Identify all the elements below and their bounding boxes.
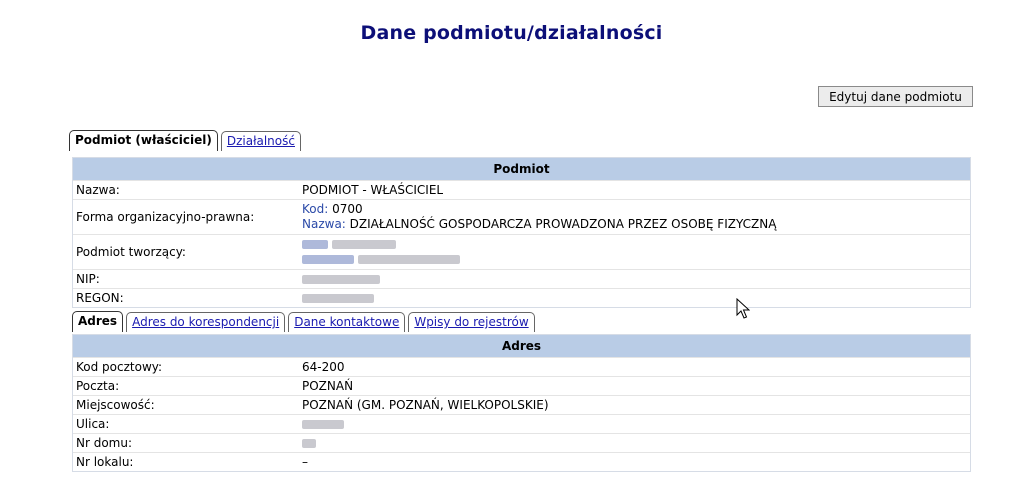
nazwa-label: Nazwa: — [76, 183, 120, 197]
forma-nazwa-label: Nazwa: — [302, 217, 346, 231]
redacted-text — [357, 255, 460, 264]
mouse-pointer-icon — [736, 298, 750, 319]
adres-section: Adres Kod pocztowy: 64-200 Poczta: POZNA… — [72, 334, 971, 472]
address-tabs: Adres Adres do korespondencji Dane konta… — [72, 311, 538, 332]
poczta-value: POZNAŃ — [302, 379, 354, 393]
redacted-text — [302, 294, 374, 303]
entity-tabs: Podmiot (właściciel) Działalność — [69, 130, 304, 151]
nip-value-redacted — [302, 272, 970, 286]
kod-value: 64-200 — [302, 360, 345, 374]
row-regon: REGON: — [73, 288, 970, 307]
tab-dane-kontaktowe[interactable]: Dane kontaktowe — [288, 312, 406, 332]
row-kod: Kod pocztowy: 64-200 — [73, 357, 970, 376]
forma-label: Forma organizacyjno-prawna: — [76, 210, 255, 224]
redacted-text — [302, 275, 380, 284]
row-nip: NIP: — [73, 269, 970, 288]
edit-entity-button[interactable]: Edytuj dane podmiotu — [818, 86, 973, 107]
forma-kod-value: 0700 — [332, 202, 363, 216]
regon-value-redacted — [302, 291, 970, 305]
row-tworzacy: Podmiot tworzący: — [73, 234, 970, 269]
podmiot-section: Podmiot Nazwa: PODMIOT - WŁAŚCICIEL Form… — [72, 157, 971, 308]
tab-wpisy-rejestrow[interactable]: Wpisy do rejestrów — [408, 312, 535, 332]
tab-podmiot[interactable]: Podmiot (właściciel) — [69, 130, 218, 151]
row-miejscowosc: Miejscowość: POZNAŃ (GM. POZNAŃ, WIELKOP… — [73, 395, 970, 414]
redacted-text — [331, 240, 396, 249]
row-nr-domu: Nr domu: — [73, 433, 970, 452]
row-ulica: Ulica: — [73, 414, 970, 433]
podmiot-header: Podmiot — [73, 158, 970, 180]
tworzacy-value-redacted — [302, 237, 970, 267]
row-poczta: Poczta: POZNAŃ — [73, 376, 970, 395]
miejscowosc-value: POZNAŃ (GM. POZNAŃ, WIELKOPOLSKIE) — [302, 398, 549, 412]
tab-adres[interactable]: Adres — [72, 311, 124, 332]
poczta-label: Poczta: — [76, 379, 120, 393]
tab-adres-korespondencji[interactable]: Adres do korespondencji — [126, 312, 286, 332]
nr-lokalu-value: – — [302, 455, 308, 469]
ulica-value-redacted — [302, 417, 970, 431]
nr-lokalu-label: Nr lokalu: — [76, 455, 134, 469]
forma-kod-label: Kod: — [302, 202, 329, 216]
row-forma: Forma organizacyjno-prawna: Kod: 0700 Na… — [73, 199, 970, 234]
page-title: Dane podmiotu/działalności — [360, 22, 663, 44]
miejscowosc-label: Miejscowość: — [76, 398, 155, 412]
row-nr-lokalu: Nr lokalu: – — [73, 452, 970, 471]
adres-header: Adres — [73, 335, 970, 357]
redacted-text — [302, 255, 354, 264]
forma-value: Kod: 0700 Nazwa: DZIAŁALNOŚĆ GOSPODARCZA… — [302, 202, 970, 232]
redacted-text — [302, 240, 328, 249]
nr-domu-value-redacted — [302, 436, 970, 450]
tab-dzialalnosc[interactable]: Działalność — [220, 131, 301, 151]
forma-nazwa-value: DZIAŁALNOŚĆ GOSPODARCZA PROWADZONA PRZEZ… — [349, 217, 777, 231]
ulica-label: Ulica: — [76, 417, 110, 431]
redacted-text — [302, 439, 316, 448]
nazwa-value: PODMIOT - WŁAŚCICIEL — [302, 183, 444, 197]
row-nazwa: Nazwa: PODMIOT - WŁAŚCICIEL — [73, 180, 970, 199]
tworzacy-label: Podmiot tworzący: — [76, 245, 186, 259]
kod-label: Kod pocztowy: — [76, 360, 163, 374]
regon-label: REGON: — [76, 291, 124, 305]
nip-label: NIP: — [76, 272, 100, 286]
nr-domu-label: Nr domu: — [76, 436, 133, 450]
redacted-text — [302, 420, 344, 429]
